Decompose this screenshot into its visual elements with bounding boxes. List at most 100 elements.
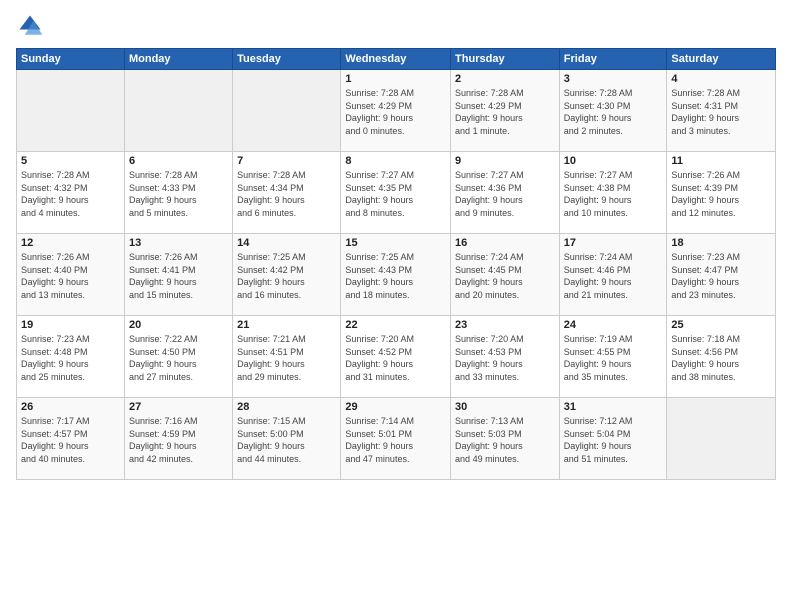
day-info: Sunrise: 7:21 AM Sunset: 4:51 PM Dayligh… [237,333,336,383]
day-info: Sunrise: 7:13 AM Sunset: 5:03 PM Dayligh… [455,415,555,465]
day-info: Sunrise: 7:20 AM Sunset: 4:52 PM Dayligh… [345,333,446,383]
header-day-wednesday: Wednesday [341,49,451,70]
day-info: Sunrise: 7:25 AM Sunset: 4:42 PM Dayligh… [237,251,336,301]
day-number: 25 [671,319,771,331]
calendar-cell: 17 Sunrise: 7:24 AM Sunset: 4:46 PM Dayli… [559,234,667,316]
calendar-cell: 28 Sunrise: 7:15 AM Sunset: 5:00 PM Dayli… [233,398,341,480]
calendar-cell: 6 Sunrise: 7:28 AM Sunset: 4:33 PM Daylig… [124,152,232,234]
day-info: Sunrise: 7:28 AM Sunset: 4:33 PM Dayligh… [129,169,228,219]
day-number: 6 [129,155,228,167]
calendar-cell: 14 Sunrise: 7:25 AM Sunset: 4:42 PM Dayli… [233,234,341,316]
calendar-cell: 3 Sunrise: 7:28 AM Sunset: 4:30 PM Daylig… [559,70,667,152]
calendar-cell [17,70,125,152]
day-number: 11 [671,155,771,167]
day-info: Sunrise: 7:28 AM Sunset: 4:30 PM Dayligh… [564,87,663,137]
header-day-friday: Friday [559,49,667,70]
day-number: 22 [345,319,446,331]
calendar-cell: 20 Sunrise: 7:22 AM Sunset: 4:50 PM Dayli… [124,316,232,398]
day-info: Sunrise: 7:26 AM Sunset: 4:40 PM Dayligh… [21,251,120,301]
calendar-table: SundayMondayTuesdayWednesdayThursdayFrid… [16,48,776,480]
calendar-cell: 21 Sunrise: 7:21 AM Sunset: 4:51 PM Dayli… [233,316,341,398]
day-info: Sunrise: 7:23 AM Sunset: 4:47 PM Dayligh… [671,251,771,301]
day-number: 30 [455,401,555,413]
calendar-cell: 7 Sunrise: 7:28 AM Sunset: 4:34 PM Daylig… [233,152,341,234]
calendar-cell: 25 Sunrise: 7:18 AM Sunset: 4:56 PM Dayli… [667,316,776,398]
calendar-cell: 29 Sunrise: 7:14 AM Sunset: 5:01 PM Dayli… [341,398,451,480]
day-number: 10 [564,155,663,167]
week-row-0: 1 Sunrise: 7:28 AM Sunset: 4:29 PM Daylig… [17,70,776,152]
day-number: 9 [455,155,555,167]
day-info: Sunrise: 7:24 AM Sunset: 4:46 PM Dayligh… [564,251,663,301]
day-number: 1 [345,73,446,85]
day-info: Sunrise: 7:28 AM Sunset: 4:29 PM Dayligh… [455,87,555,137]
week-row-4: 26 Sunrise: 7:17 AM Sunset: 4:57 PM Dayli… [17,398,776,480]
day-number: 4 [671,73,771,85]
day-info: Sunrise: 7:28 AM Sunset: 4:34 PM Dayligh… [237,169,336,219]
calendar-cell: 31Sunrise: 7:12 AM Sunset: 5:04 PM Dayli… [559,398,667,480]
calendar-cell: 8Sunrise: 7:27 AM Sunset: 4:35 PM Daylig… [341,152,451,234]
week-row-1: 5Sunrise: 7:28 AM Sunset: 4:32 PM Daylig… [17,152,776,234]
calendar-cell: 5Sunrise: 7:28 AM Sunset: 4:32 PM Daylig… [17,152,125,234]
calendar-cell: 22 Sunrise: 7:20 AM Sunset: 4:52 PM Dayli… [341,316,451,398]
day-info: Sunrise: 7:14 AM Sunset: 5:01 PM Dayligh… [345,415,446,465]
day-number: 26 [21,401,120,413]
header-day-monday: Monday [124,49,232,70]
day-info: Sunrise: 7:25 AM Sunset: 4:43 PM Dayligh… [345,251,446,301]
calendar-cell: 13 Sunrise: 7:26 AM Sunset: 4:41 PM Dayli… [124,234,232,316]
calendar-cell: 30 Sunrise: 7:13 AM Sunset: 5:03 PM Dayli… [451,398,560,480]
day-number: 12 [21,237,120,249]
day-info: Sunrise: 7:18 AM Sunset: 4:56 PM Dayligh… [671,333,771,383]
day-info: Sunrise: 7:28 AM Sunset: 4:31 PM Dayligh… [671,87,771,137]
day-number: 27 [129,401,228,413]
day-info: Sunrise: 7:16 AM Sunset: 4:59 PM Dayligh… [129,415,228,465]
day-info: Sunrise: 7:24 AM Sunset: 4:45 PM Dayligh… [455,251,555,301]
calendar-cell [124,70,232,152]
day-info: Sunrise: 7:22 AM Sunset: 4:50 PM Dayligh… [129,333,228,383]
day-info: Sunrise: 7:27 AM Sunset: 4:36 PM Dayligh… [455,169,555,219]
logo-icon [16,12,44,40]
day-number: 13 [129,237,228,249]
day-number: 19 [21,319,120,331]
calendar-body: 1 Sunrise: 7:28 AM Sunset: 4:29 PM Daylig… [17,70,776,480]
week-row-3: 19 Sunrise: 7:23 AM Sunset: 4:48 PM Dayli… [17,316,776,398]
day-number: 18 [671,237,771,249]
calendar-cell: 18 Sunrise: 7:23 AM Sunset: 4:47 PM Dayli… [667,234,776,316]
day-info: Sunrise: 7:27 AM Sunset: 4:35 PM Dayligh… [345,169,446,219]
day-info: Sunrise: 7:17 AM Sunset: 4:57 PM Dayligh… [21,415,120,465]
day-number: 28 [237,401,336,413]
calendar-cell: 16Sunrise: 7:24 AM Sunset: 4:45 PM Dayli… [451,234,560,316]
header-day-thursday: Thursday [451,49,560,70]
day-number: 3 [564,73,663,85]
day-info: Sunrise: 7:26 AM Sunset: 4:39 PM Dayligh… [671,169,771,219]
header [16,12,776,40]
day-info: Sunrise: 7:23 AM Sunset: 4:48 PM Dayligh… [21,333,120,383]
day-info: Sunrise: 7:15 AM Sunset: 5:00 PM Dayligh… [237,415,336,465]
day-info: Sunrise: 7:19 AM Sunset: 4:55 PM Dayligh… [564,333,663,383]
day-number: 24 [564,319,663,331]
page-container: SundayMondayTuesdayWednesdayThursdayFrid… [0,0,792,612]
calendar-cell: 27 Sunrise: 7:16 AM Sunset: 4:59 PM Dayli… [124,398,232,480]
day-number: 29 [345,401,446,413]
calendar-cell: 19 Sunrise: 7:23 AM Sunset: 4:48 PM Dayli… [17,316,125,398]
calendar-cell [233,70,341,152]
day-info: Sunrise: 7:28 AM Sunset: 4:29 PM Dayligh… [345,87,446,137]
day-number: 21 [237,319,336,331]
calendar-cell: 26 Sunrise: 7:17 AM Sunset: 4:57 PM Dayli… [17,398,125,480]
day-number: 17 [564,237,663,249]
calendar-cell: 24 Sunrise: 7:19 AM Sunset: 4:55 PM Dayli… [559,316,667,398]
header-day-sunday: Sunday [17,49,125,70]
week-row-2: 12 Sunrise: 7:26 AM Sunset: 4:40 PM Dayli… [17,234,776,316]
calendar-cell: 23Sunrise: 7:20 AM Sunset: 4:53 PM Dayli… [451,316,560,398]
calendar-cell: 1 Sunrise: 7:28 AM Sunset: 4:29 PM Daylig… [341,70,451,152]
day-number: 7 [237,155,336,167]
day-number: 20 [129,319,228,331]
calendar-cell: 10 Sunrise: 7:27 AM Sunset: 4:38 PM Dayli… [559,152,667,234]
calendar-cell [667,398,776,480]
logo [16,12,48,40]
day-number: 5 [21,155,120,167]
day-info: Sunrise: 7:26 AM Sunset: 4:41 PM Dayligh… [129,251,228,301]
calendar-cell: 15 Sunrise: 7:25 AM Sunset: 4:43 PM Dayli… [341,234,451,316]
day-info: Sunrise: 7:27 AM Sunset: 4:38 PM Dayligh… [564,169,663,219]
day-number: 14 [237,237,336,249]
day-number: 15 [345,237,446,249]
